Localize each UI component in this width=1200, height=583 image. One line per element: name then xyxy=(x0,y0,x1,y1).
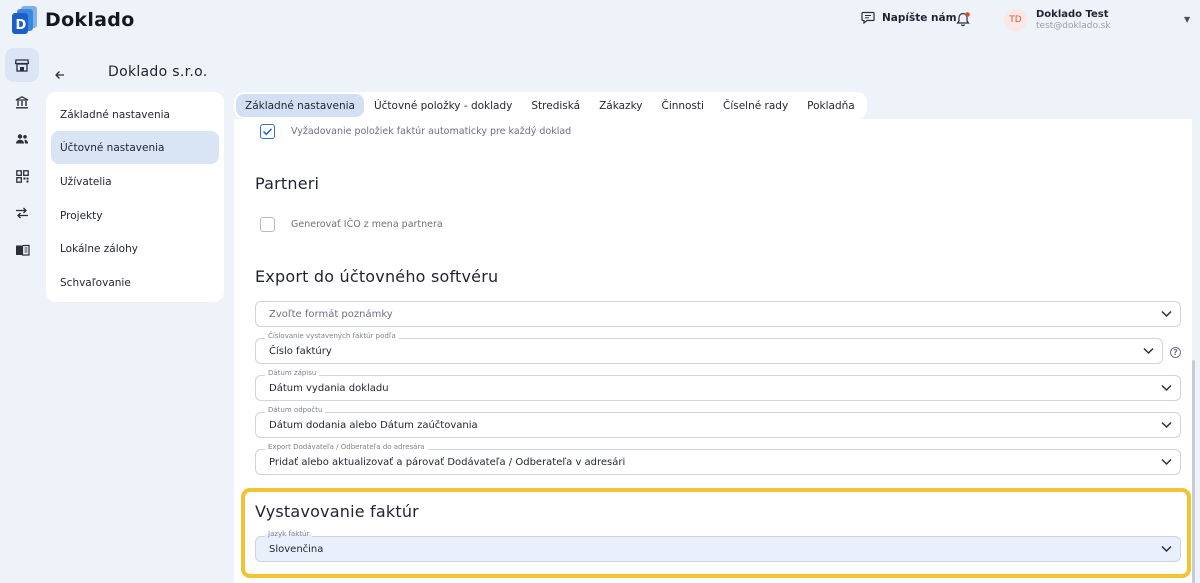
chevron-down-icon xyxy=(1143,347,1154,355)
bell-icon xyxy=(956,12,970,27)
store-icon xyxy=(15,58,29,72)
tab-cash-register[interactable]: Pokladňa xyxy=(798,94,864,117)
export-section-title: Export do účtovného softvéru xyxy=(255,267,499,286)
address-book-export-select[interactable]: Export Dodávateľa / Odberateľa do adresá… xyxy=(255,443,1181,475)
tab-basic-settings[interactable]: Základné nastavenia xyxy=(236,94,364,117)
help-icon[interactable]: ? xyxy=(1170,347,1181,358)
notifications-button[interactable] xyxy=(956,11,971,31)
chat-icon xyxy=(861,11,875,24)
scrollbar[interactable] xyxy=(1192,360,1195,583)
rail-store-button[interactable] xyxy=(5,48,39,82)
record-date-value: Dátum vydania dokladu xyxy=(269,383,389,394)
tab-number-series[interactable]: Číselné rady xyxy=(714,94,797,117)
bank-icon xyxy=(15,95,29,109)
partners-section-title: Partneri xyxy=(255,174,320,193)
app-logo[interactable]: D Doklado xyxy=(12,6,135,34)
settings-menu-item-accounting[interactable]: Účtovné nastavenia xyxy=(51,131,219,164)
invoice-numbering-value: Číslo faktúry xyxy=(269,346,332,357)
generate-ico-checkbox[interactable] xyxy=(260,217,275,232)
note-format-select[interactable]: Zvoľte formát poznámky xyxy=(255,301,1181,327)
icon-rail xyxy=(0,40,44,583)
book-icon xyxy=(15,244,30,256)
settings-menu-item-backups[interactable]: Lokálne zálohy xyxy=(51,232,219,265)
svg-text:D: D xyxy=(16,18,27,33)
contact-us-label: Napíšte nám xyxy=(882,11,957,24)
deduction-date-label: Dátum odpočtu xyxy=(265,406,326,414)
address-book-export-label: Export Dodávateľa / Odberateľa do adresá… xyxy=(265,443,428,451)
record-date-label: Dátum zápisu xyxy=(265,369,320,377)
tab-cost-centers[interactable]: Strediská xyxy=(522,94,589,117)
invoice-language-label: Jazyk faktúr xyxy=(265,530,313,538)
contact-us-button[interactable]: Napíšte nám xyxy=(861,11,957,24)
invoice-numbering-label: Číslovanie vystavených faktúr podľa xyxy=(265,332,399,340)
chevron-down-icon xyxy=(1161,310,1172,318)
back-button[interactable] xyxy=(54,66,66,85)
people-icon xyxy=(16,134,28,144)
user-email: test@doklado.sk xyxy=(1036,21,1111,31)
tab-bar: Základné nastavenia Účtovné položky - do… xyxy=(234,92,867,119)
note-format-placeholder: Zvoľte formát poznámky xyxy=(269,309,393,320)
chevron-down-icon xyxy=(1161,384,1172,392)
settings-menu-item-projects[interactable]: Projekty xyxy=(51,199,219,232)
doklado-logo-icon: D xyxy=(12,6,39,34)
deduction-date-value: Dátum dodania alebo Dátum zaúčtovania xyxy=(269,420,478,431)
deduction-date-select[interactable]: Dátum odpočtu Dátum dodania alebo Dátum … xyxy=(255,406,1181,438)
record-date-select[interactable]: Dátum zápisu Dátum vydania dokladu xyxy=(255,369,1181,401)
rail-qr-code-button[interactable] xyxy=(5,159,39,193)
invoice-language-select[interactable]: Jazyk faktúr Slovenčina xyxy=(255,530,1181,562)
tab-orders[interactable]: Zákazky xyxy=(590,94,651,117)
settings-menu: Základné nastavenia Účtovné nastavenia U… xyxy=(46,92,224,302)
require-items-row: Vyžadovanie položiek faktúr automaticky … xyxy=(260,124,571,139)
address-book-export-value: Pridať alebo aktualizovať a párovať Dodá… xyxy=(269,457,626,468)
transfer-icon xyxy=(16,207,28,219)
top-bar: D Doklado Napíšte nám TD Doklado Test te… xyxy=(0,0,1200,40)
rail-transfer-button[interactable] xyxy=(5,196,39,230)
tab-activities[interactable]: Činnosti xyxy=(652,94,713,117)
settings-menu-item-approval[interactable]: Schvaľovanie xyxy=(51,266,219,299)
chevron-down-icon xyxy=(1161,421,1172,429)
user-menu-caret-icon[interactable]: ▼ xyxy=(1184,15,1190,24)
require-items-checkbox[interactable] xyxy=(260,124,275,139)
qr-code-icon xyxy=(15,169,29,183)
invoice-language-value: Slovenčina xyxy=(269,544,324,555)
avatar[interactable]: TD xyxy=(1004,9,1027,31)
page-title: Doklado s.r.o. xyxy=(108,64,208,80)
app-name: Doklado xyxy=(45,9,135,31)
settings-menu-item-users[interactable]: Užívatelia xyxy=(51,165,219,198)
invoice-numbering-select[interactable]: Číslovanie vystavených faktúr podľa Čísl… xyxy=(255,332,1163,364)
arrow-left-icon xyxy=(55,71,64,79)
generate-ico-label: Generovať IČO z mena partnera xyxy=(291,219,443,230)
generate-ico-row: Generovať IČO z mena partnera xyxy=(260,217,443,232)
user-name[interactable]: Doklado Test xyxy=(1036,9,1109,20)
rail-people-button[interactable] xyxy=(5,122,39,156)
chevron-down-icon xyxy=(1161,458,1172,466)
rail-bank-button[interactable] xyxy=(5,85,39,119)
settings-menu-item-basic[interactable]: Základné nastavenia xyxy=(51,98,219,131)
require-items-label: Vyžadovanie položiek faktúr automaticky … xyxy=(291,126,572,137)
chevron-down-icon xyxy=(1161,545,1172,553)
rail-book-button[interactable] xyxy=(5,233,39,267)
tab-accounting-items[interactable]: Účtovné položky - doklady xyxy=(365,94,521,117)
checkmark-icon xyxy=(262,128,273,136)
invoicing-section-title: Vystavovanie faktúr xyxy=(255,502,419,521)
